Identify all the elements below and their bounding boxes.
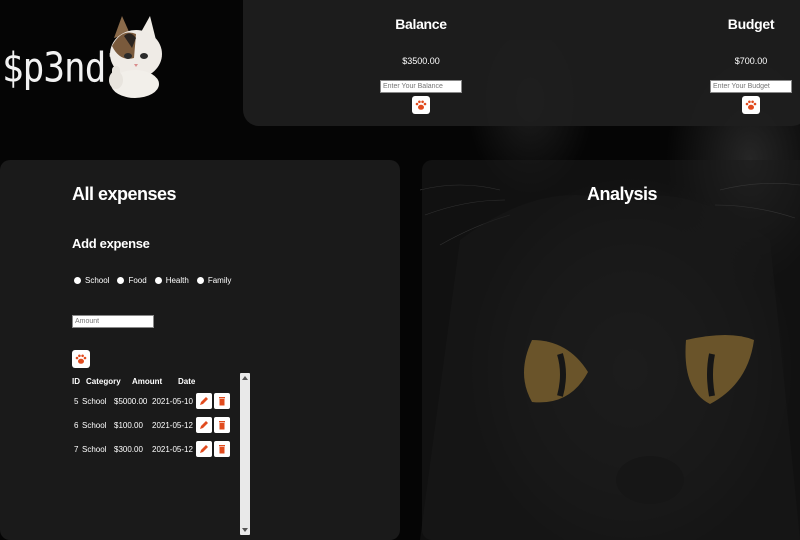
pencil-icon bbox=[200, 421, 208, 429]
delete-button[interactable] bbox=[214, 393, 230, 409]
budget-section: Budget $700.00 bbox=[691, 0, 800, 114]
scroll-down-arrow-icon[interactable] bbox=[242, 528, 248, 532]
category-option-health[interactable]: Health bbox=[154, 276, 189, 285]
paw-icon bbox=[75, 354, 87, 364]
table-row: 7 School $300.00 2021-05-12 bbox=[72, 437, 252, 461]
column-header-category: Category bbox=[86, 376, 121, 386]
radio-button[interactable] bbox=[117, 277, 125, 284]
category-label: School bbox=[85, 276, 110, 285]
cell-amount: $5000.00 bbox=[114, 396, 148, 406]
category-label: Food bbox=[128, 276, 147, 285]
expenses-title: All expenses bbox=[72, 184, 177, 204]
cell-date: 2021-05-10 bbox=[152, 396, 193, 406]
cat-thumbs-up-icon bbox=[104, 14, 166, 98]
balance-title: Balance bbox=[395, 16, 447, 32]
category-label: Health bbox=[165, 276, 189, 285]
cell-date: 2021-05-12 bbox=[152, 420, 193, 430]
column-header-date: Date bbox=[178, 376, 196, 386]
table-scrollbar[interactable] bbox=[240, 373, 250, 535]
pencil-icon bbox=[200, 397, 208, 405]
analysis-panel: Analysis bbox=[422, 160, 800, 540]
amount-input[interactable] bbox=[72, 315, 154, 328]
edit-button[interactable] bbox=[196, 393, 212, 409]
edit-button[interactable] bbox=[196, 417, 212, 433]
scroll-up-arrow-icon[interactable] bbox=[242, 376, 248, 380]
expenses-table: ID Category Amount Date 5 School $5000.0… bbox=[72, 373, 252, 535]
table-row: 5 School $5000.00 2021-05-10 bbox=[72, 389, 252, 413]
cell-date: 2021-05-12 bbox=[152, 444, 193, 454]
category-radio-group: School Food Health Family bbox=[74, 276, 231, 285]
cell-id: 5 bbox=[74, 396, 79, 406]
cell-id: 7 bbox=[74, 444, 79, 454]
delete-button[interactable] bbox=[214, 417, 230, 433]
add-expense-button[interactable] bbox=[72, 350, 90, 368]
pencil-icon bbox=[200, 445, 208, 453]
balance-section: Balance $3500.00 bbox=[361, 0, 481, 114]
budget-title: Budget bbox=[727, 16, 775, 32]
balance-value: $3500.00 bbox=[402, 56, 440, 66]
cell-amount: $100.00 bbox=[114, 420, 143, 430]
cell-amount: $300.00 bbox=[114, 444, 143, 454]
radio-button[interactable] bbox=[74, 277, 81, 284]
expenses-panel: All expenses Add expense School Food Hea… bbox=[0, 160, 400, 540]
column-header-id: ID bbox=[72, 376, 80, 386]
budget-submit-button[interactable] bbox=[742, 96, 760, 114]
paw-icon bbox=[415, 100, 427, 110]
radio-button[interactable] bbox=[196, 277, 204, 284]
summary-panel: Balance $3500.00 Budget $700.00 bbox=[243, 0, 800, 126]
trash-icon bbox=[219, 445, 225, 454]
table-header: ID Category Amount Date bbox=[72, 373, 252, 389]
category-option-family[interactable]: Family bbox=[196, 276, 232, 285]
paw-icon bbox=[745, 100, 757, 110]
category-label: Family bbox=[207, 276, 232, 285]
table-row: 6 School $100.00 2021-05-12 bbox=[72, 413, 252, 437]
category-option-school[interactable]: School bbox=[74, 276, 109, 285]
cell-category: School bbox=[82, 444, 107, 454]
analysis-title: Analysis bbox=[586, 184, 658, 204]
delete-button[interactable] bbox=[214, 441, 230, 457]
radio-button[interactable] bbox=[154, 277, 162, 284]
edit-button[interactable] bbox=[196, 441, 212, 457]
column-header-amount: Amount bbox=[132, 376, 163, 386]
category-option-food[interactable]: Food bbox=[117, 276, 147, 285]
balance-input[interactable] bbox=[380, 80, 462, 93]
add-expense-title: Add expense bbox=[72, 236, 150, 251]
trash-icon bbox=[219, 421, 225, 430]
balance-submit-button[interactable] bbox=[412, 96, 430, 114]
trash-icon bbox=[219, 397, 225, 406]
budget-value: $700.00 bbox=[734, 56, 768, 66]
cell-category: School bbox=[82, 396, 107, 406]
cell-id: 6 bbox=[74, 420, 79, 430]
budget-input[interactable] bbox=[710, 80, 792, 93]
cell-category: School bbox=[82, 420, 107, 430]
